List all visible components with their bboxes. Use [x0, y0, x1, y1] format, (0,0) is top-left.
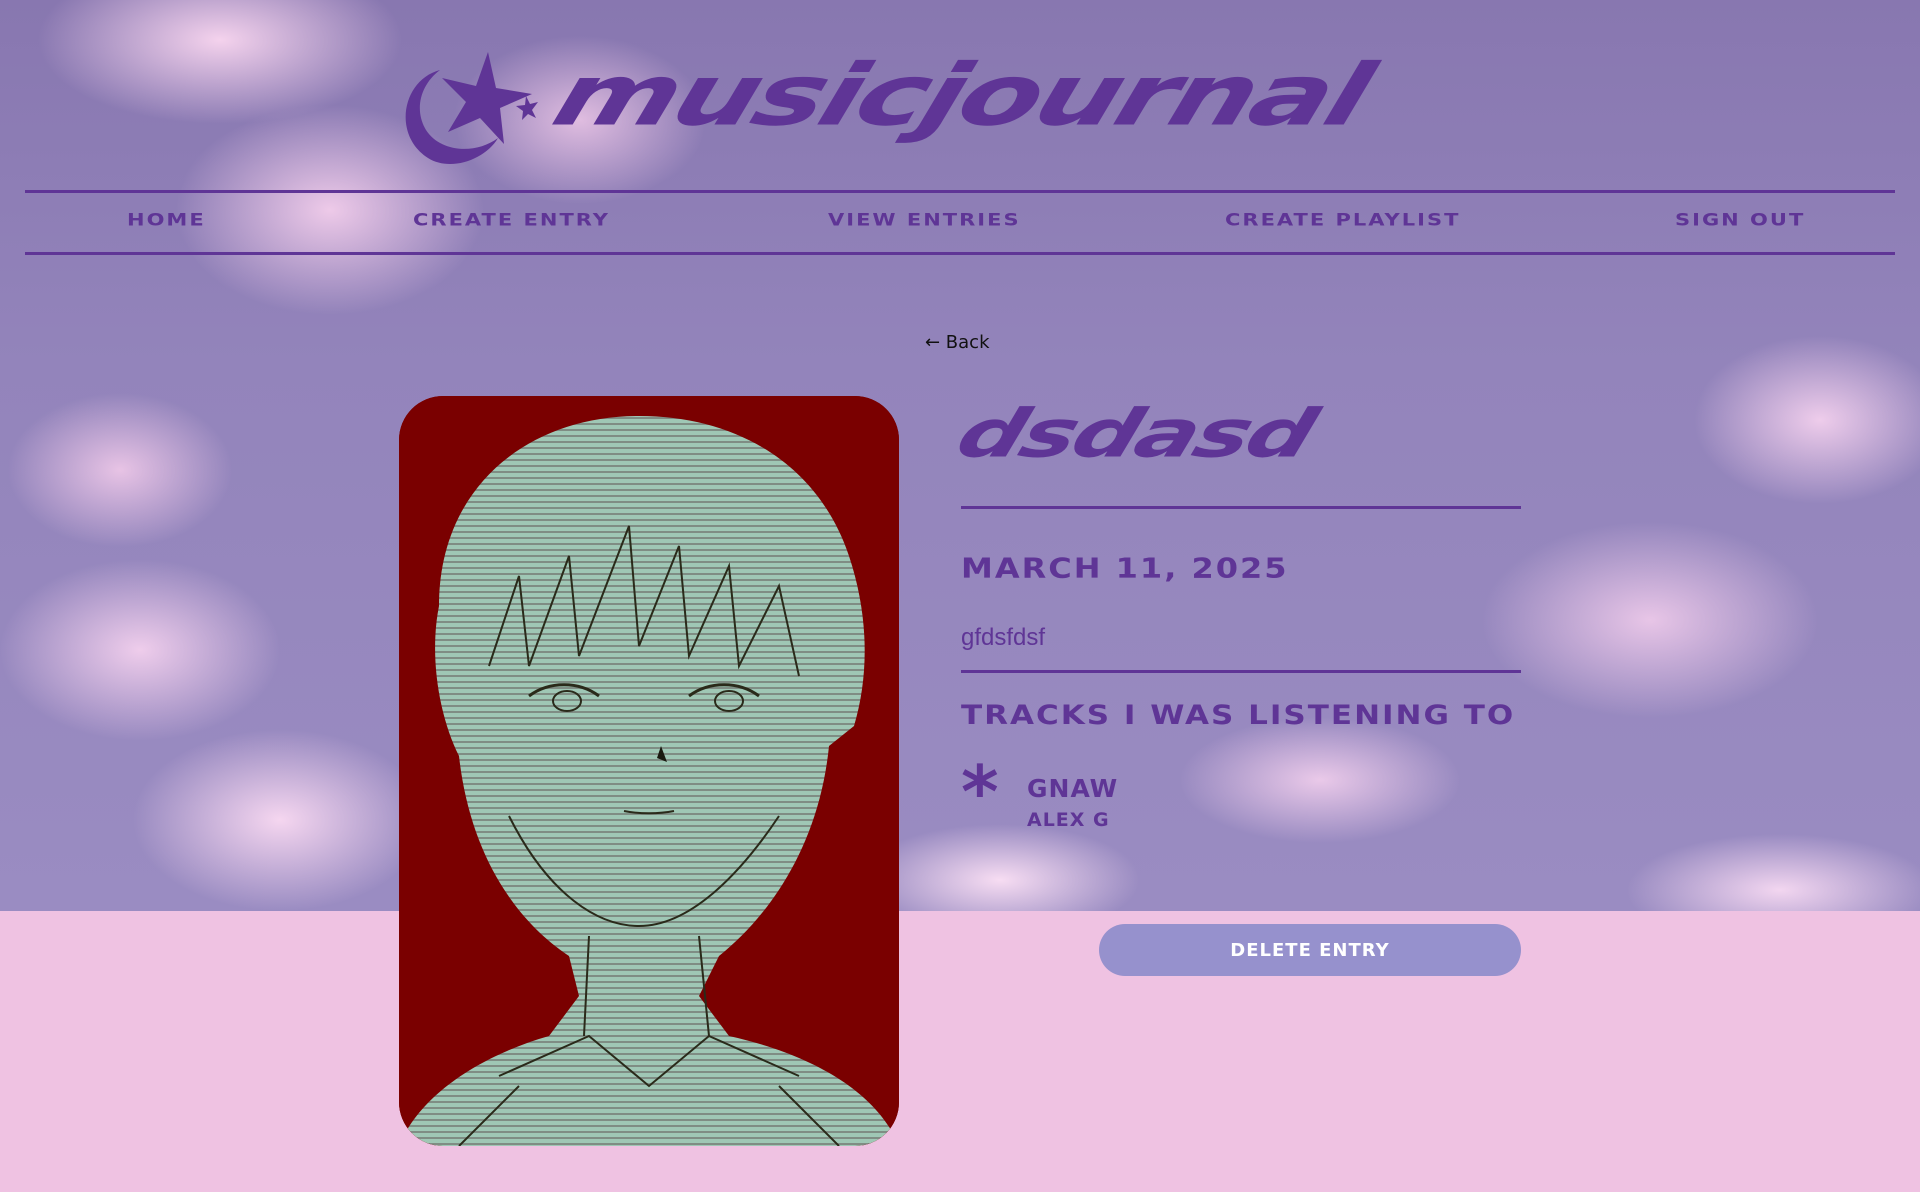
album-cover-image	[399, 396, 899, 1146]
nav-view-entries[interactable]: View Entries	[828, 210, 1021, 229]
entry-date: March 11, 2025	[961, 552, 1289, 585]
main-nav: Home Create Entry View Entries Create Pl…	[25, 193, 1895, 253]
back-link[interactable]: ← Back	[925, 332, 990, 353]
logo-wordmark: musicjournal	[541, 45, 1382, 145]
track-item[interactable]: * Gnaw Alex G	[961, 756, 1521, 834]
track-artist: Alex G	[1027, 809, 1110, 831]
nav-sign-out[interactable]: Sign Out	[1675, 210, 1805, 229]
nav-create-playlist[interactable]: Create Playlist	[1225, 210, 1460, 229]
site-logo[interactable]: musicjournal	[380, 30, 1580, 170]
track-name: Gnaw	[1027, 774, 1119, 803]
description-divider	[961, 670, 1521, 673]
asterisk-icon: *	[961, 750, 999, 834]
nav-bottom-rule	[25, 252, 1895, 255]
delete-entry-button[interactable]: Delete Entry	[1099, 924, 1521, 976]
nav-create-entry[interactable]: Create Entry	[413, 210, 610, 229]
tracks-heading: Tracks I was listening to	[961, 700, 1516, 731]
nav-home[interactable]: Home	[127, 210, 206, 229]
title-divider	[961, 506, 1521, 509]
entry-title: dsdasd	[947, 395, 1324, 473]
moon-star-icon	[405, 52, 538, 165]
entry-description: gfdsfdsf	[961, 624, 1046, 651]
